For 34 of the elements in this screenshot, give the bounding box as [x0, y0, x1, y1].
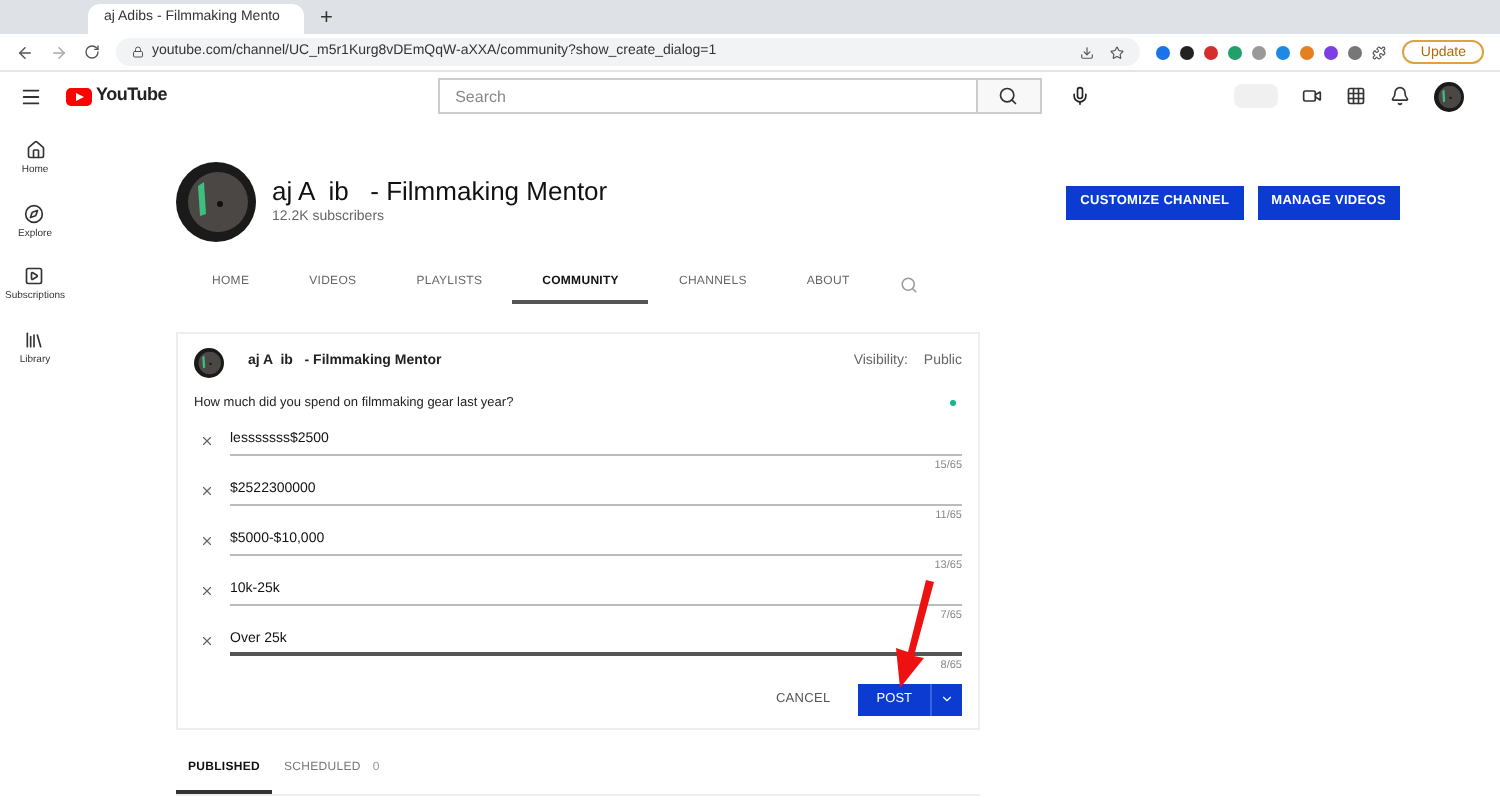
- arrow-icon: [892, 580, 936, 688]
- apps-icon[interactable]: [1346, 86, 1366, 106]
- subscriptions-icon: [24, 266, 45, 286]
- star-icon[interactable]: [1110, 45, 1125, 59]
- create-icon[interactable]: [1302, 86, 1322, 106]
- remove-option-icon[interactable]: [200, 633, 214, 648]
- channel-name: aj A ib - Filmmaking Mentor: [272, 175, 608, 208]
- remove-option-icon[interactable]: [200, 533, 214, 548]
- search-icon[interactable]: [899, 275, 918, 293]
- logo-text: YouTube: [96, 82, 168, 109]
- post-options-button[interactable]: [930, 683, 962, 716]
- compass-icon: [24, 203, 45, 223]
- search-field[interactable]: Search: [437, 78, 978, 114]
- remove-option-icon[interactable]: [200, 433, 214, 448]
- back-icon[interactable]: [16, 43, 34, 61]
- download-icon[interactable]: [1080, 45, 1095, 59]
- lock-icon: [132, 46, 144, 58]
- library-icon: [24, 329, 45, 349]
- search-icon: [998, 86, 1019, 106]
- reload-icon[interactable]: [84, 44, 100, 60]
- logo-icon: [66, 87, 92, 105]
- author-avatar: [194, 348, 224, 378]
- home-icon: [25, 140, 45, 160]
- caret-icon: [940, 692, 954, 707]
- microphone-icon[interactable]: [1069, 86, 1090, 106]
- remove-option-icon[interactable]: [200, 583, 214, 598]
- account-avatar: [1434, 81, 1464, 111]
- menu-icon[interactable]: [20, 85, 42, 107]
- remove-option-icon[interactable]: [200, 483, 214, 498]
- puzzle-icon[interactable]: [1372, 45, 1387, 59]
- notifications-icon[interactable]: [1390, 86, 1410, 106]
- search-button[interactable]: [977, 78, 1042, 114]
- channel-avatar: [176, 162, 256, 242]
- new-tab-button[interactable]: +: [320, 8, 333, 30]
